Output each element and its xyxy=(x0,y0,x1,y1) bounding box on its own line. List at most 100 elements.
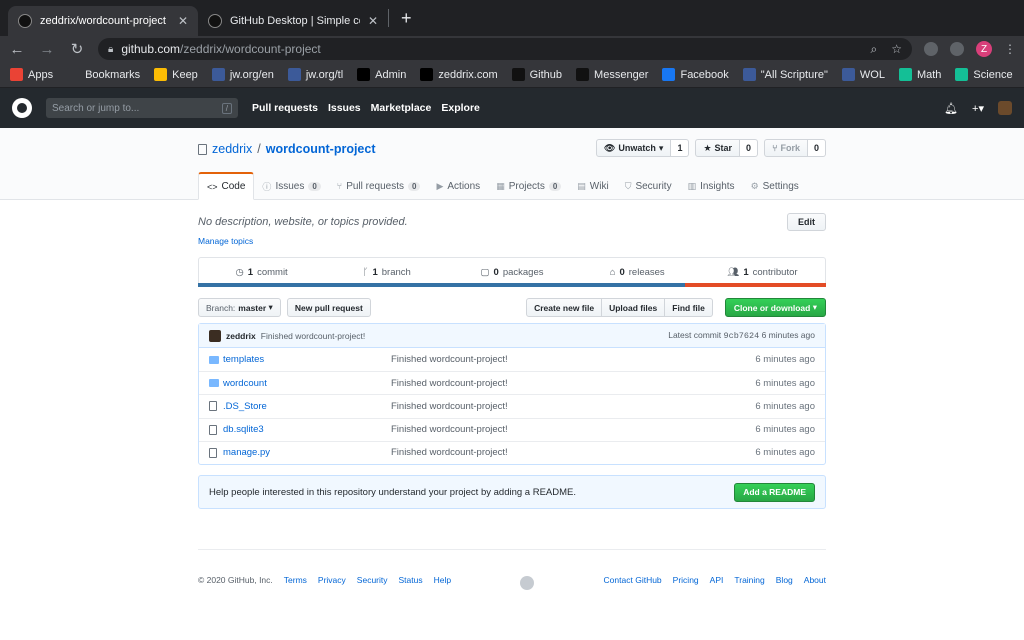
file-commit-message[interactable]: Finished wordcount-project! xyxy=(391,378,755,389)
new-tab-icon[interactable]: + xyxy=(389,8,424,29)
create-new-file-button[interactable]: Create new file xyxy=(526,298,603,317)
file-name-link[interactable]: .DS_Store xyxy=(223,401,391,412)
tab-issues[interactable]: ⓘ Issues 0 xyxy=(254,172,328,200)
star-count[interactable]: 0 xyxy=(740,139,759,157)
footer-link-pricing[interactable]: Pricing xyxy=(673,575,699,585)
file-name-link[interactable]: db.sqlite3 xyxy=(223,424,391,435)
tab-code[interactable]: <> Code xyxy=(198,172,255,200)
bookmark-item[interactable]: Bookmarks xyxy=(67,68,140,81)
footer-link-status[interactable]: Status xyxy=(399,575,423,585)
tab-projects[interactable]: ▦ Projects 0 xyxy=(488,172,569,200)
footer-link-blog[interactable]: Blog xyxy=(776,575,793,585)
bookmark-item[interactable]: Github xyxy=(511,68,562,81)
tab-insights[interactable]: ▥ Insights xyxy=(680,172,743,200)
watch-count[interactable]: 1 xyxy=(671,139,690,157)
branch-select-button[interactable]: Branch: master ▾ xyxy=(198,298,281,317)
tab-wiki[interactable]: ▤ Wiki xyxy=(569,172,616,200)
file-name-link[interactable]: manage.py xyxy=(223,447,391,458)
nav-marketplace[interactable]: Marketplace xyxy=(371,102,432,114)
repo-owner-link[interactable]: zeddrix xyxy=(212,142,252,156)
footer-link-contact[interactable]: Contact GitHub xyxy=(604,575,662,585)
footer-link-security[interactable]: Security xyxy=(357,575,388,585)
file-commit-message[interactable]: Finished wordcount-project! xyxy=(391,447,755,458)
unwatch-button[interactable]: 👁︎ Unwatch ▾ xyxy=(595,139,672,157)
nav-pull-requests[interactable]: Pull requests xyxy=(252,102,318,114)
footer-link-terms[interactable]: Terms xyxy=(284,575,307,585)
close-tab-icon[interactable]: ✕ xyxy=(368,14,378,28)
clone-or-download-button[interactable]: Clone or download ▾ xyxy=(724,298,826,317)
bookmark-item[interactable]: Admin xyxy=(357,68,406,81)
extension-icon[interactable] xyxy=(924,42,938,56)
bookmark-item[interactable]: Science xyxy=(955,68,1013,81)
contributors-link[interactable]: 👥︎ 1 contributor xyxy=(700,258,825,286)
forward-icon[interactable]: → xyxy=(38,41,56,58)
edit-button[interactable]: Edit xyxy=(787,213,826,231)
tab-security[interactable]: ⛉ Security xyxy=(617,172,680,200)
footer-link-training[interactable]: Training xyxy=(734,575,764,585)
tab-label: Pull requests xyxy=(346,180,405,192)
file-commit-message[interactable]: Finished wordcount-project! xyxy=(391,354,755,365)
new-pull-request-button[interactable]: New pull request xyxy=(286,298,371,317)
add-readme-button[interactable]: Add a README xyxy=(734,482,815,502)
fork-button[interactable]: ⑂ Fork xyxy=(764,139,808,157)
bookmark-item[interactable]: Math xyxy=(898,68,941,81)
tab-settings[interactable]: ⚙ Settings xyxy=(743,172,807,200)
reload-icon[interactable]: ↻ xyxy=(68,40,86,58)
commit-message[interactable]: Finished wordcount-project! xyxy=(261,331,365,341)
bookmark-item[interactable]: zeddrix.com xyxy=(420,68,498,81)
nav-issues[interactable]: Issues xyxy=(328,102,361,114)
tab-actions[interactable]: ▶ Actions xyxy=(428,172,488,200)
url-path: /zeddrix/wordcount-project xyxy=(180,42,321,56)
contributors-count: 1 xyxy=(743,266,749,278)
browser-tab-active[interactable]: zeddrix/wordcount-project ✕ xyxy=(8,6,198,36)
menu-kebab-icon[interactable]: ⋮ xyxy=(1004,42,1016,56)
bookmark-item[interactable]: Messenger xyxy=(576,68,648,81)
create-new-icon[interactable]: +▾ xyxy=(972,102,984,115)
back-icon[interactable]: ← xyxy=(8,41,26,58)
find-file-button[interactable]: Find file xyxy=(665,298,713,317)
bookmark-item[interactable]: Keep xyxy=(154,68,198,81)
star-bookmark-icon[interactable]: ☆ xyxy=(891,42,902,57)
repo-name-link[interactable]: wordcount-project xyxy=(266,142,376,156)
footer-link-help[interactable]: Help xyxy=(434,575,451,585)
tab-pull-requests[interactable]: ⑂ Pull requests 0 xyxy=(329,172,429,200)
branches-link[interactable]: ᚴ 1 branch xyxy=(324,258,449,286)
address-bar[interactable]: 🔒︎ github.com/zeddrix/wordcount-project … xyxy=(98,38,912,60)
bookmark-item[interactable]: WOL xyxy=(841,68,885,81)
bookmark-item[interactable]: Facebook xyxy=(662,68,729,81)
file-commit-message[interactable]: Finished wordcount-project! xyxy=(391,401,755,412)
profile-avatar[interactable]: Z xyxy=(976,41,992,57)
github-logo-icon[interactable] xyxy=(12,98,32,118)
upload-files-button[interactable]: Upload files xyxy=(602,298,666,317)
bookmark-item[interactable]: jw.org/en xyxy=(211,68,274,81)
zoom-search-icon[interactable]: ⌕ xyxy=(871,42,878,57)
file-name-link[interactable]: wordcount xyxy=(223,378,391,389)
fork-count[interactable]: 0 xyxy=(807,139,826,157)
drive-extension-icon[interactable] xyxy=(950,42,964,56)
bell-icon[interactable]: 🔔︎ xyxy=(944,102,958,115)
file-name-link[interactable]: templates xyxy=(223,354,391,365)
commits-link[interactable]: ◷ 1 commit xyxy=(199,258,324,286)
manage-topics-link[interactable]: Manage topics xyxy=(198,236,826,246)
commit-sha[interactable]: 9cb7624 xyxy=(724,331,760,341)
close-tab-icon[interactable]: ✕ xyxy=(178,14,188,28)
user-avatar[interactable] xyxy=(998,101,1012,115)
language-bar[interactable] xyxy=(198,283,826,287)
footer-link-api[interactable]: API xyxy=(710,575,724,585)
releases-link[interactable]: ⌂ 0 releases xyxy=(575,258,700,286)
footer-github-logo-icon[interactable] xyxy=(520,576,534,590)
footer-link-privacy[interactable]: Privacy xyxy=(318,575,346,585)
tab-icon: ⑂ xyxy=(336,181,343,191)
bookmark-item[interactable]: Apps xyxy=(10,68,53,81)
nav-explore[interactable]: Explore xyxy=(441,102,480,114)
search-input[interactable]: Search or jump to... / xyxy=(46,98,238,118)
commit-author[interactable]: zeddrix xyxy=(226,331,256,341)
author-avatar[interactable] xyxy=(209,329,221,342)
star-button[interactable]: ★ Star xyxy=(695,139,741,157)
browser-tab[interactable]: GitHub Desktop | Simple collabo ✕ xyxy=(198,6,388,36)
file-commit-message[interactable]: Finished wordcount-project! xyxy=(391,424,755,435)
footer-link-about[interactable]: About xyxy=(804,575,826,585)
packages-link[interactable]: ▢ 0 packages xyxy=(449,258,574,286)
bookmark-item[interactable]: "All Scripture" xyxy=(742,68,828,81)
bookmark-item[interactable]: jw.org/tl xyxy=(287,68,343,81)
